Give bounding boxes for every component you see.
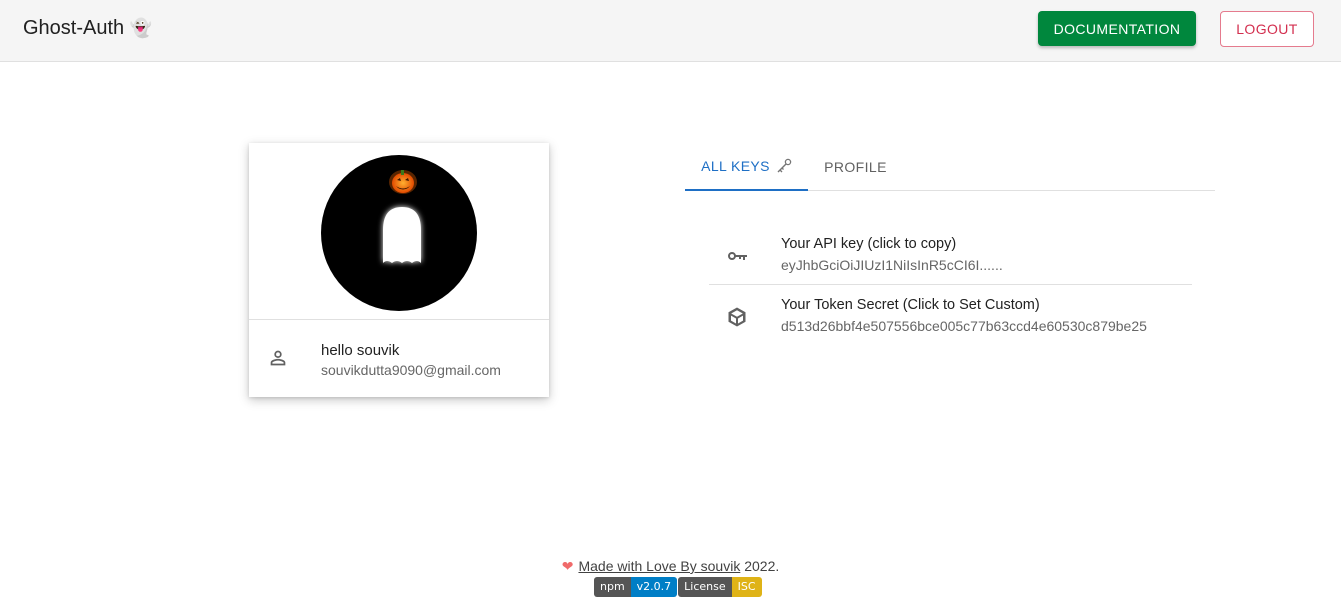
avatar <box>321 155 477 311</box>
cube-icon <box>728 307 746 327</box>
badge-value: v2.0.7 <box>630 577 678 597</box>
badge-value: ISC <box>731 577 762 597</box>
key-icon <box>728 252 747 260</box>
brand-text: Ghost-Auth <box>23 17 125 39</box>
brand-title[interactable]: Ghost-Auth 👻 <box>23 17 152 40</box>
badge-row: npm v2.0.7 License ISC <box>594 577 763 597</box>
tab-bar: ALL KEYS PROFILE <box>685 143 1215 191</box>
documentation-button[interactable]: DOCUMENTATION <box>1038 11 1196 46</box>
ghost-icon: 👻 <box>129 18 153 38</box>
profile-card: hello souvik souvikdutta9090@gmail.com <box>249 143 549 397</box>
avatar-section <box>249 143 549 320</box>
tab-label: PROFILE <box>824 159 887 175</box>
badge-label: License <box>678 577 732 597</box>
license-badge[interactable]: License ISC <box>678 577 762 597</box>
token-secret-value: d513d26bbf4e507556bce005c77b63ccd4e60530… <box>781 318 1147 334</box>
token-secret-item[interactable]: Your Token Secret (Click to Set Custom) … <box>709 285 1192 346</box>
user-email: souvikdutta9090@gmail.com <box>321 362 501 378</box>
made-with-love-link[interactable]: Made with Love By souvik <box>578 558 740 574</box>
app-bar: Ghost-Auth 👻 DOCUMENTATION LOGOUT <box>0 0 1341 62</box>
logout-button[interactable]: LOGOUT <box>1220 11 1314 47</box>
api-key-item[interactable]: Your API key (click to copy) eyJhbGciOiJ… <box>709 224 1192 285</box>
token-secret-title: Your Token Secret (Click to Set Custom) <box>781 297 1040 313</box>
key-icon <box>777 158 792 173</box>
user-info-row: hello souvik souvikdutta9090@gmail.com <box>249 321 549 397</box>
api-key-title: Your API key (click to copy) <box>781 236 957 252</box>
tab-profile[interactable]: PROFILE <box>808 143 903 191</box>
tab-label: ALL KEYS <box>701 158 770 174</box>
heart-icon: ❤ <box>561 558 574 574</box>
user-greeting: hello souvik <box>321 342 400 359</box>
footer: ❤ Made with Love By souvik 2022. <box>0 558 1341 575</box>
badge-label: npm <box>594 577 631 597</box>
api-key-value: eyJhbGciOiJIUzI1NiIsInR5cCI6I...... <box>781 257 1003 273</box>
footer-year: 2022. <box>740 558 780 574</box>
ghost-pumpkin-icon <box>383 170 421 263</box>
person-icon <box>270 350 286 366</box>
npm-version-badge[interactable]: npm v2.0.7 <box>594 577 678 597</box>
tab-all-keys[interactable]: ALL KEYS <box>685 143 808 191</box>
